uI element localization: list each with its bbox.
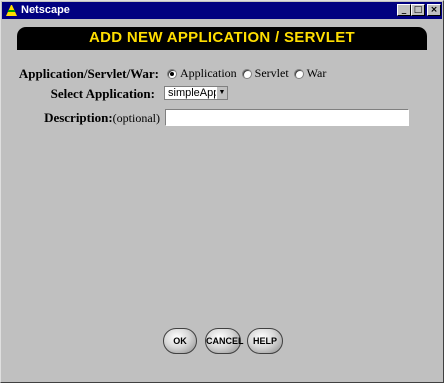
help-button[interactable]: HELP: [247, 328, 283, 354]
radio-servlet-label[interactable]: Servlet: [255, 66, 289, 81]
page-title: ADD NEW APPLICATION / SERVLET: [89, 29, 355, 46]
description-label: Description:: [44, 110, 113, 125]
radio-servlet[interactable]: [241, 68, 252, 79]
dialog-content: ADD NEW APPLICATION / SERVLET Applicatio…: [5, 22, 439, 378]
title-bar[interactable]: Netscape _ □ ×: [2, 2, 442, 19]
select-label: Select Application:: [50, 86, 155, 101]
ok-button[interactable]: OK: [163, 328, 197, 354]
maximize-button[interactable]: □: [411, 4, 425, 16]
type-radio-group: Application Servlet War: [167, 66, 331, 81]
radio-application[interactable]: [167, 68, 177, 79]
netscape-logo-icon: [5, 4, 18, 17]
radio-application-label[interactable]: Application: [180, 66, 237, 81]
chevron-down-icon[interactable]: ▼: [216, 87, 227, 99]
type-label: Application/Servlet/War:: [18, 66, 159, 81]
optional-hint: (optional): [112, 111, 160, 125]
radio-war-label[interactable]: War: [307, 66, 327, 81]
browser-window: Netscape _ □ × ADD NEW APPLICATION / SER…: [0, 0, 444, 383]
radio-war[interactable]: [293, 68, 304, 79]
window-title: Netscape: [21, 4, 70, 16]
application-select-value: simpleApp: [168, 87, 220, 99]
page-banner: ADD NEW APPLICATION / SERVLET: [17, 27, 427, 50]
cancel-button[interactable]: CANCEL: [205, 328, 244, 354]
description-field[interactable]: [165, 109, 409, 126]
description-label-group: Description:(optional): [15, 110, 160, 126]
close-button[interactable]: ×: [427, 4, 441, 16]
minimize-button[interactable]: _: [397, 4, 411, 16]
application-select[interactable]: simpleApp ▼: [164, 86, 228, 100]
